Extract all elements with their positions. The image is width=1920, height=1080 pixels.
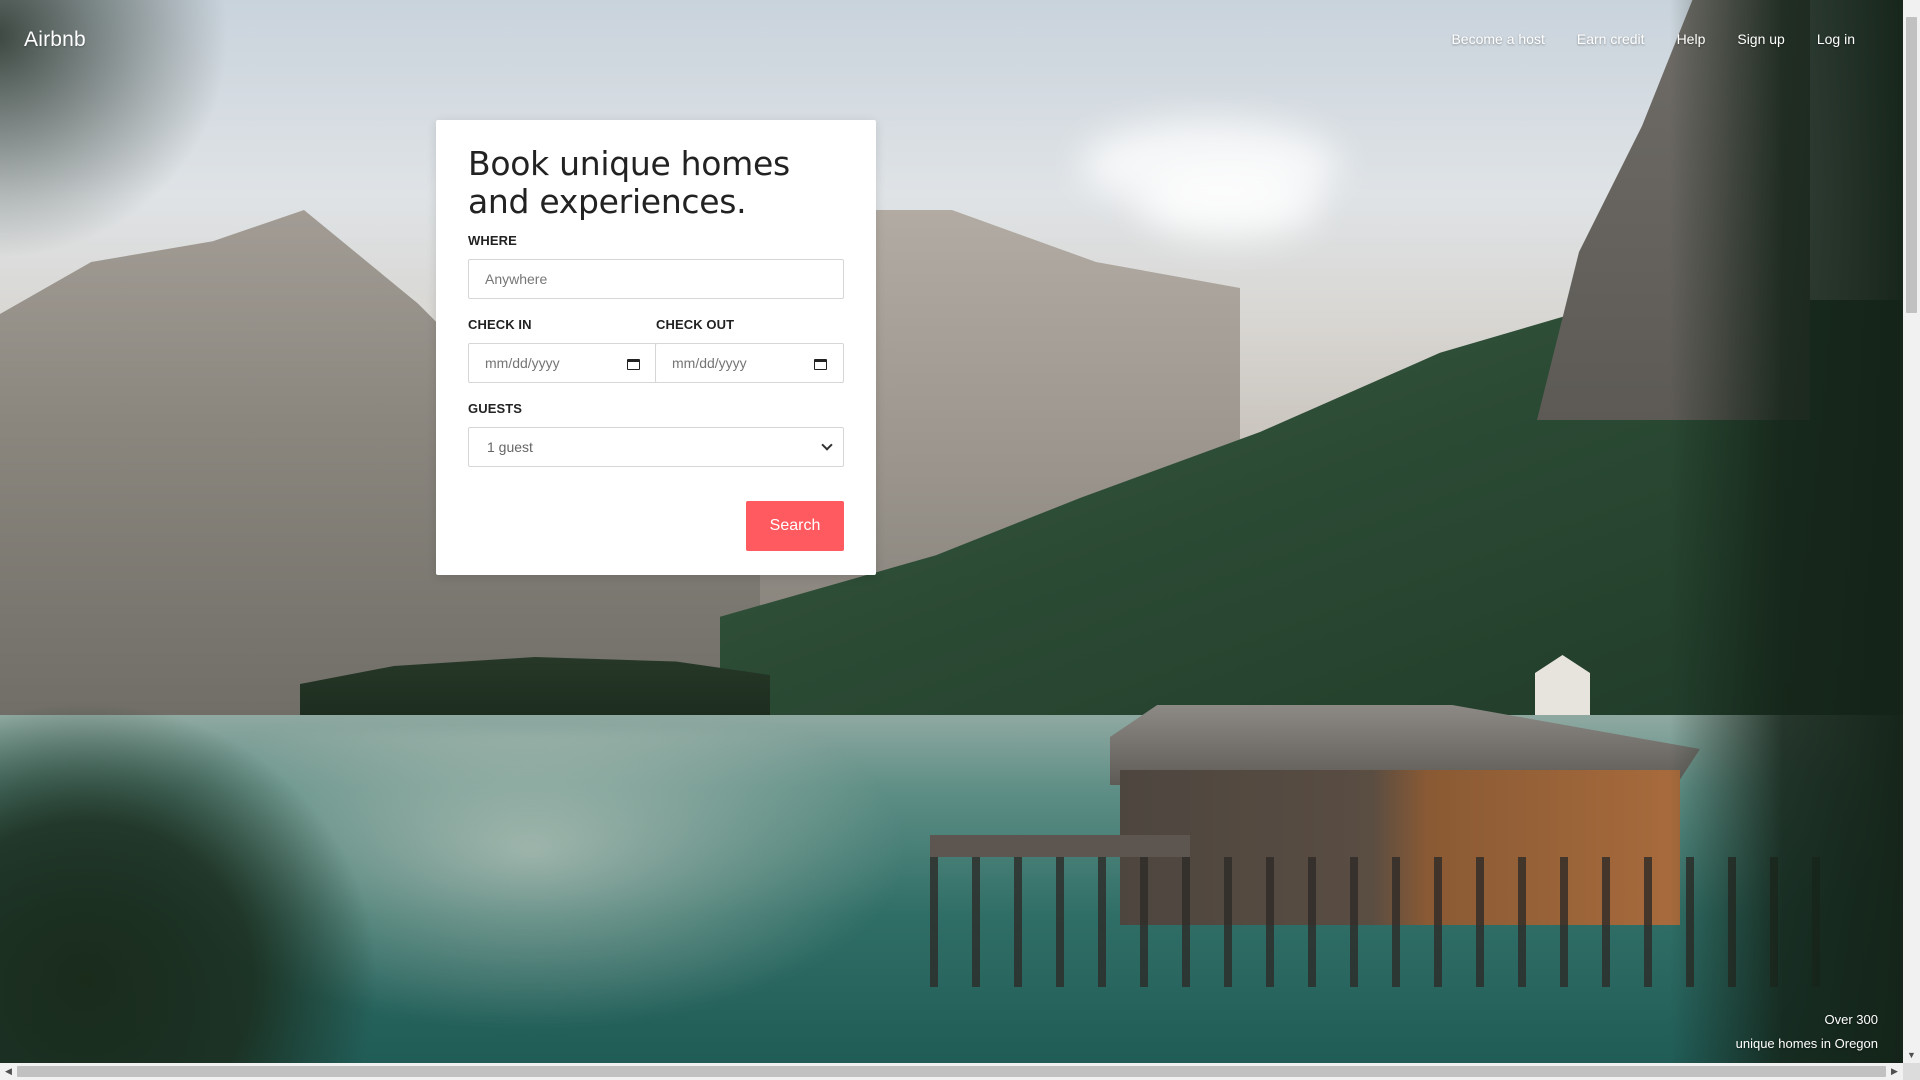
nav-link-sign-up[interactable]: Sign up xyxy=(1737,31,1784,47)
calendar-icon[interactable] xyxy=(814,357,827,370)
hero-caption: Over 300 unique homes in Oregon xyxy=(1736,1008,1878,1056)
check-in-placeholder: mm/dd/yyyy xyxy=(485,355,560,371)
caption-line-2: unique homes in Oregon xyxy=(1735,1036,1878,1051)
nav-link-earn-credit[interactable]: Earn credit xyxy=(1577,31,1645,47)
horizontal-scrollbar-thumb[interactable] xyxy=(17,1066,1886,1077)
nav-link-log-in[interactable]: Log in xyxy=(1817,31,1855,47)
caption-line-1: Over 300 xyxy=(1824,1012,1878,1027)
vertical-scrollbar[interactable]: ▼ xyxy=(1903,0,1920,1063)
check-out-label: CHECK OUT xyxy=(656,317,735,332)
where-input[interactable] xyxy=(468,259,844,299)
guests-selected-value: 1 guest xyxy=(487,439,533,455)
guests-select[interactable]: 1 guest xyxy=(468,427,844,467)
nav-link-become-a-host[interactable]: Become a host xyxy=(1451,31,1544,47)
where-label: WHERE xyxy=(468,233,517,248)
horizontal-scrollbar[interactable]: ◀ ▶ xyxy=(0,1063,1920,1080)
calendar-icon[interactable] xyxy=(627,357,640,370)
hero-background-image xyxy=(0,0,1920,1080)
scroll-down-arrow-icon[interactable]: ▼ xyxy=(1903,1046,1920,1063)
date-row: CHECK IN mm/dd/yyyy CHECK OUT mm/dd/yyyy xyxy=(468,299,844,383)
scroll-left-arrow-icon[interactable]: ◀ xyxy=(0,1063,17,1080)
guests-label: GUESTS xyxy=(468,401,523,416)
search-button[interactable]: Search xyxy=(746,501,844,551)
top-navigation: Airbnb Become a host Earn credit Help Si… xyxy=(0,0,1920,80)
check-out-placeholder: mm/dd/yyyy xyxy=(672,355,747,371)
booking-search-card: Book unique homes and experiences. WHERE… xyxy=(436,120,876,575)
check-out-group: CHECK OUT mm/dd/yyyy xyxy=(655,299,844,383)
check-out-date-input[interactable]: mm/dd/yyyy xyxy=(655,343,844,383)
chevron-down-icon xyxy=(821,438,833,451)
check-in-label: CHECK IN xyxy=(468,317,532,332)
check-in-date-input[interactable]: mm/dd/yyyy xyxy=(468,343,657,383)
vertical-scrollbar-thumb[interactable] xyxy=(1906,17,1917,313)
nav-links: Become a host Earn credit Help Sign up L… xyxy=(1451,31,1855,47)
scroll-right-arrow-icon[interactable]: ▶ xyxy=(1886,1063,1903,1080)
brand-logo-link[interactable]: Airbnb xyxy=(24,28,86,52)
nav-link-help[interactable]: Help xyxy=(1677,31,1706,47)
scrollbar-corner xyxy=(1903,1063,1920,1080)
check-in-group: CHECK IN mm/dd/yyyy xyxy=(468,299,657,383)
card-title: Book unique homes and experiences. xyxy=(468,144,790,221)
